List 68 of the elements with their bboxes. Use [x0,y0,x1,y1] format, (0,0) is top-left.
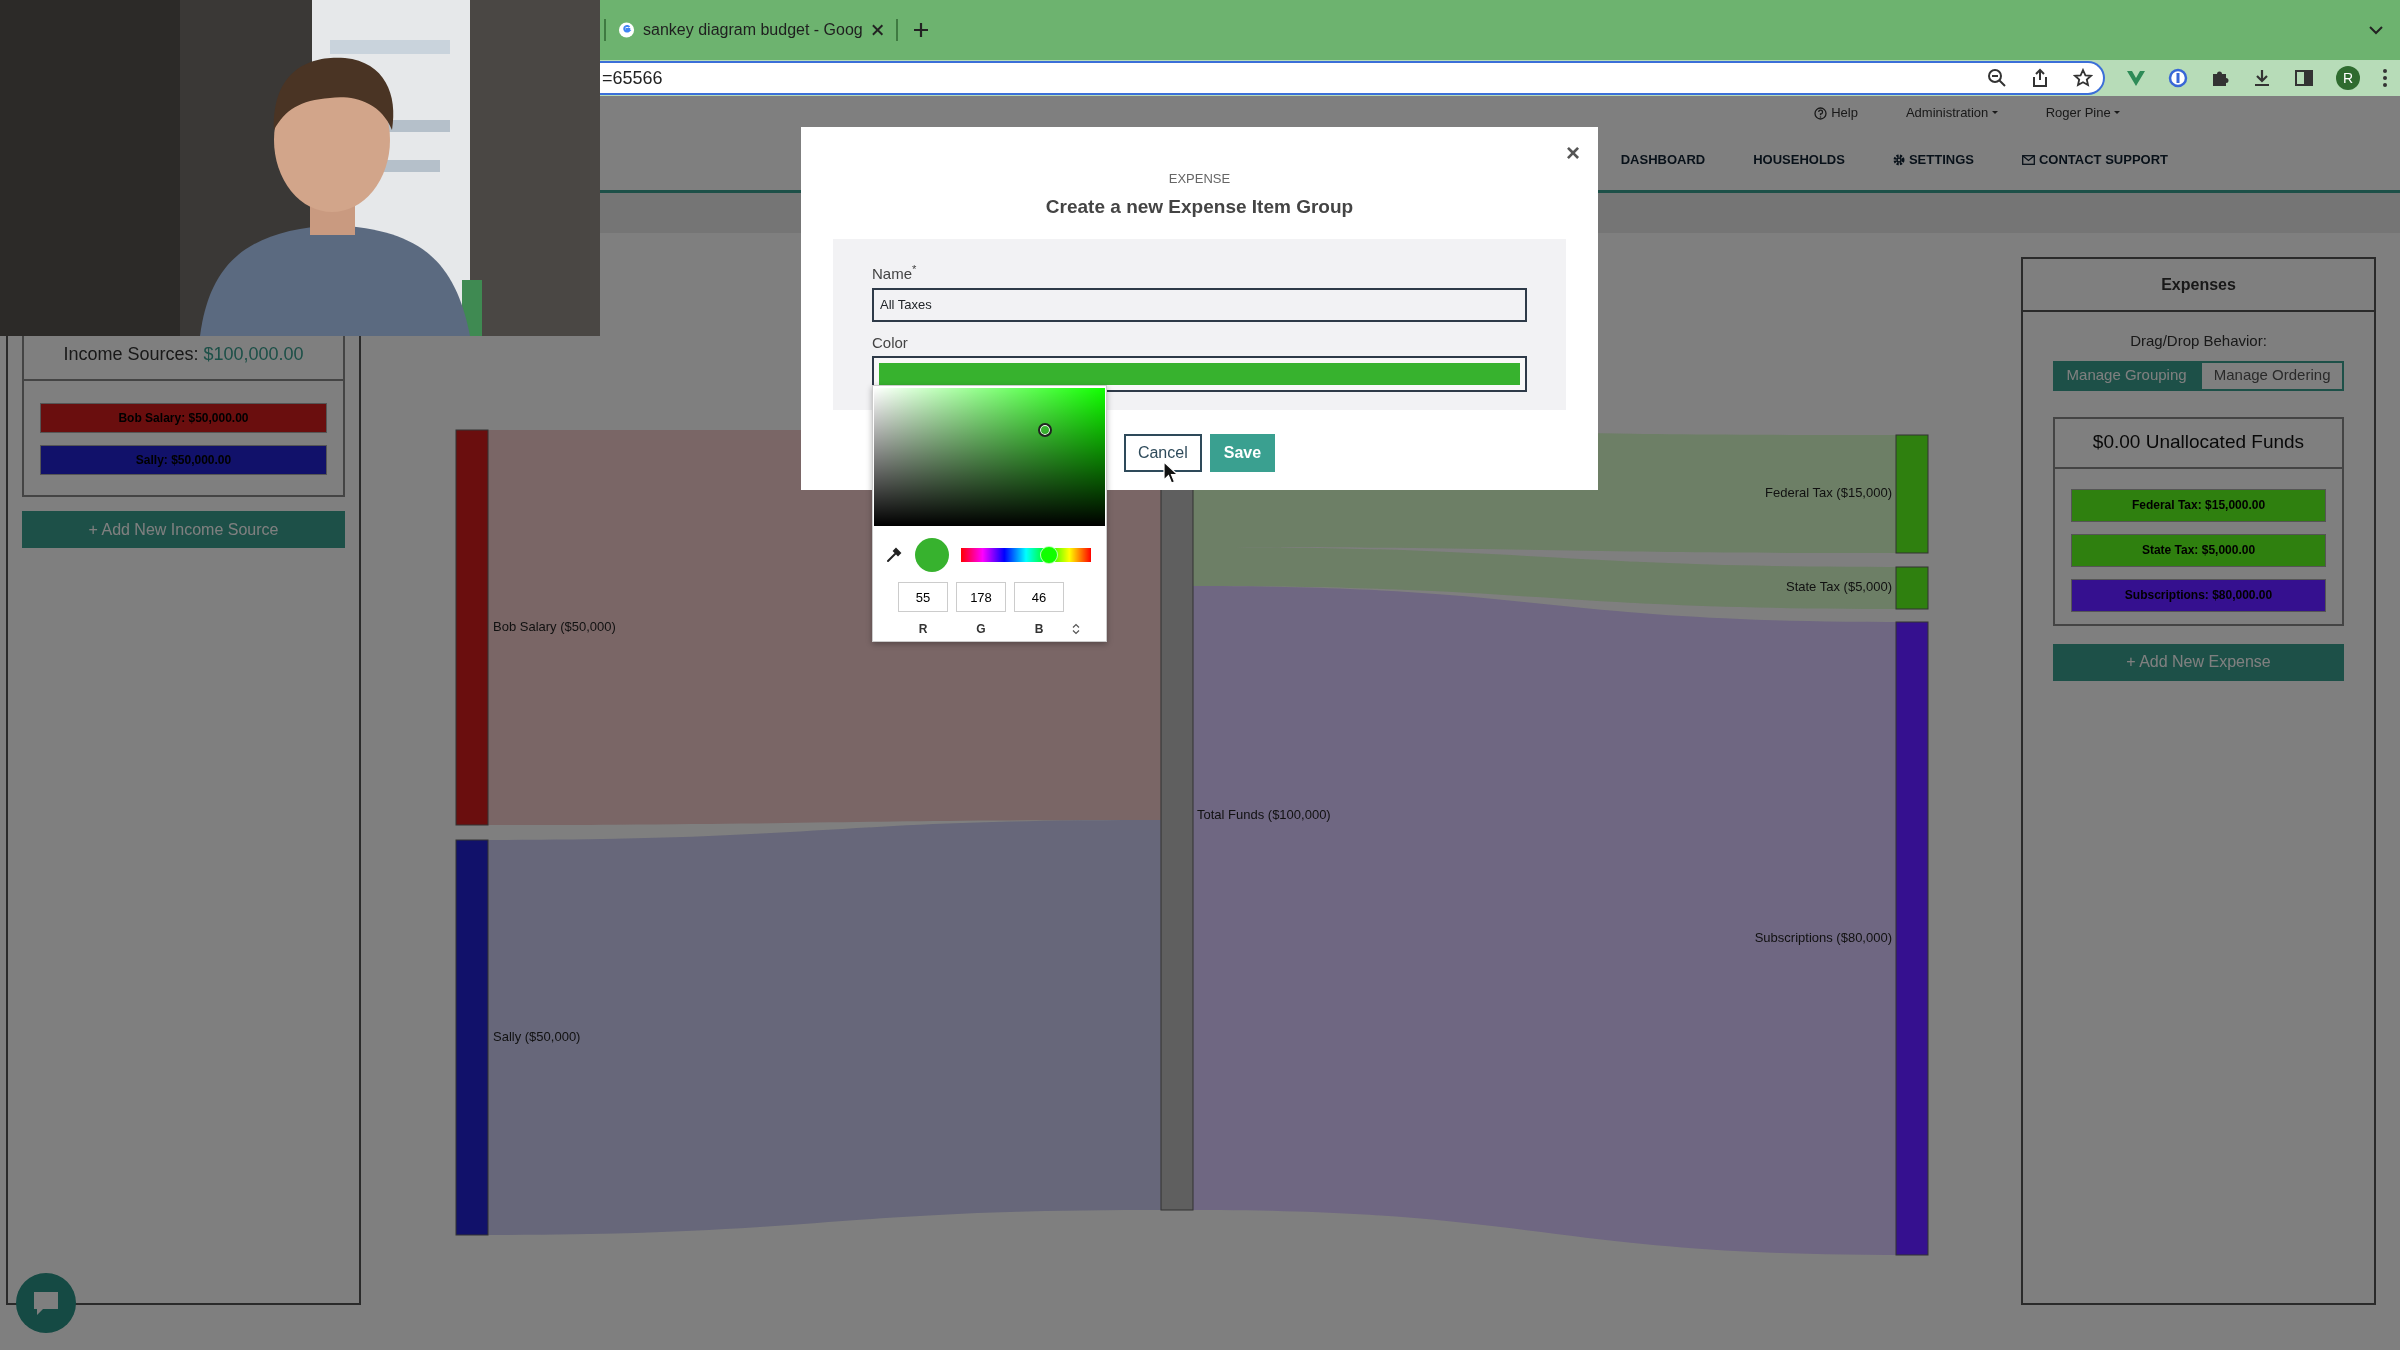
channel-label: B [1033,621,1045,638]
node-label: Federal Tax ($15,000) [1765,485,1892,501]
panel-heading: Expenses [2161,274,2236,295]
new-tab-icon[interactable] [912,21,930,39]
expense-item[interactable]: Federal Tax: $15,000.00 [2071,488,2326,522]
channel-label: R [917,621,929,638]
toggle-format-icon[interactable] [1072,623,1080,635]
extension-icon[interactable] [2126,69,2146,87]
nav-link[interactable]: HOUSEHOLDS [1753,150,1845,170]
address-bar[interactable]: =65566 [600,61,2105,95]
menu-icon[interactable] [2382,68,2388,88]
gear-icon [1892,154,1905,166]
hue-slider[interactable] [961,548,1091,562]
saturation-area[interactable] [874,388,1105,526]
slider-thumb[interactable] [1040,546,1059,564]
color-swatch [915,538,949,572]
expense-item[interactable]: State Tax: $5,000.00 [2071,533,2326,567]
close-icon[interactable] [870,23,884,37]
tab-title[interactable]: sankey diagram budget - Goog [643,18,863,42]
nav-link[interactable]: CONTACT SUPPORT [2021,150,2168,170]
download-icon[interactable] [2252,68,2272,88]
panel-heading: Income Sources: $100,000.00 [63,342,304,366]
node-label: Sally ($50,000) [493,1028,581,1044]
nav-link[interactable]: SETTINGS [1892,150,1974,170]
sankey-node[interactable] [1895,566,1929,610]
field-label: Color [872,332,909,353]
extension-icon[interactable] [2168,68,2188,88]
field-label: Name$^{*}$ [872,263,918,284]
nav-link[interactable]: DASHBOARD [1620,150,1706,170]
node-label: Bob Salary ($50,000) [493,618,616,634]
modal-title: Create a new Expense Item Group [1045,194,1354,219]
help-icon [1814,106,1828,120]
sankey-node[interactable] [455,839,489,1236]
cancel-button[interactable]: Cancel [1123,434,1202,472]
avatar[interactable]: R [2336,66,2360,90]
channel-input[interactable]: 46 [1014,582,1064,612]
unallocated-funds: $0.00 Unallocated Funds [2092,430,2305,455]
picker-handle[interactable] [1038,422,1053,437]
help-link[interactable]: Help [1814,103,1858,123]
chat-button[interactable] [16,1273,76,1333]
share-icon[interactable] [2031,68,2049,88]
eyedropper-icon[interactable] [885,546,903,564]
channel-label: G [975,621,987,638]
node-label: Subscriptions ($80,000) [1754,929,1892,945]
color-input[interactable] [872,356,1527,392]
name-input[interactable]: All Taxes [872,287,1527,322]
caret-icon[interactable] [2368,25,2384,35]
sidebar-icon[interactable] [2294,69,2314,87]
modal-eyebrow: EXPENSE [1168,170,1231,188]
sankey-node[interactable] [1895,621,1929,1256]
star-icon[interactable] [2073,68,2093,88]
channel-input[interactable]: 178 [956,582,1006,612]
envelope-icon [2021,155,2035,165]
channel-input[interactable]: 55 [898,582,948,612]
close-button[interactable]: × [1560,139,1586,167]
save-button[interactable]: Save [1209,434,1276,472]
drag-drop-label: Drag/Drop Behavior: [2129,331,2268,351]
mode-toggle[interactable]: Manage Ordering [2200,360,2344,391]
cursor-icon [1163,460,1179,485]
sankey-node[interactable] [1895,434,1929,554]
favicon-icon [618,21,636,39]
node-label: Total Funds ($100,000) [1197,807,1331,823]
chat-icon [31,1289,61,1317]
zoom-icon[interactable] [1987,68,2007,88]
node-label: State Tax ($5,000) [1786,579,1892,595]
dropdown-menu-link[interactable]: Administration [1905,103,1998,123]
dropdown-menu-link[interactable]: Roger Pine [2045,103,2120,123]
sankey-node[interactable] [455,429,489,826]
